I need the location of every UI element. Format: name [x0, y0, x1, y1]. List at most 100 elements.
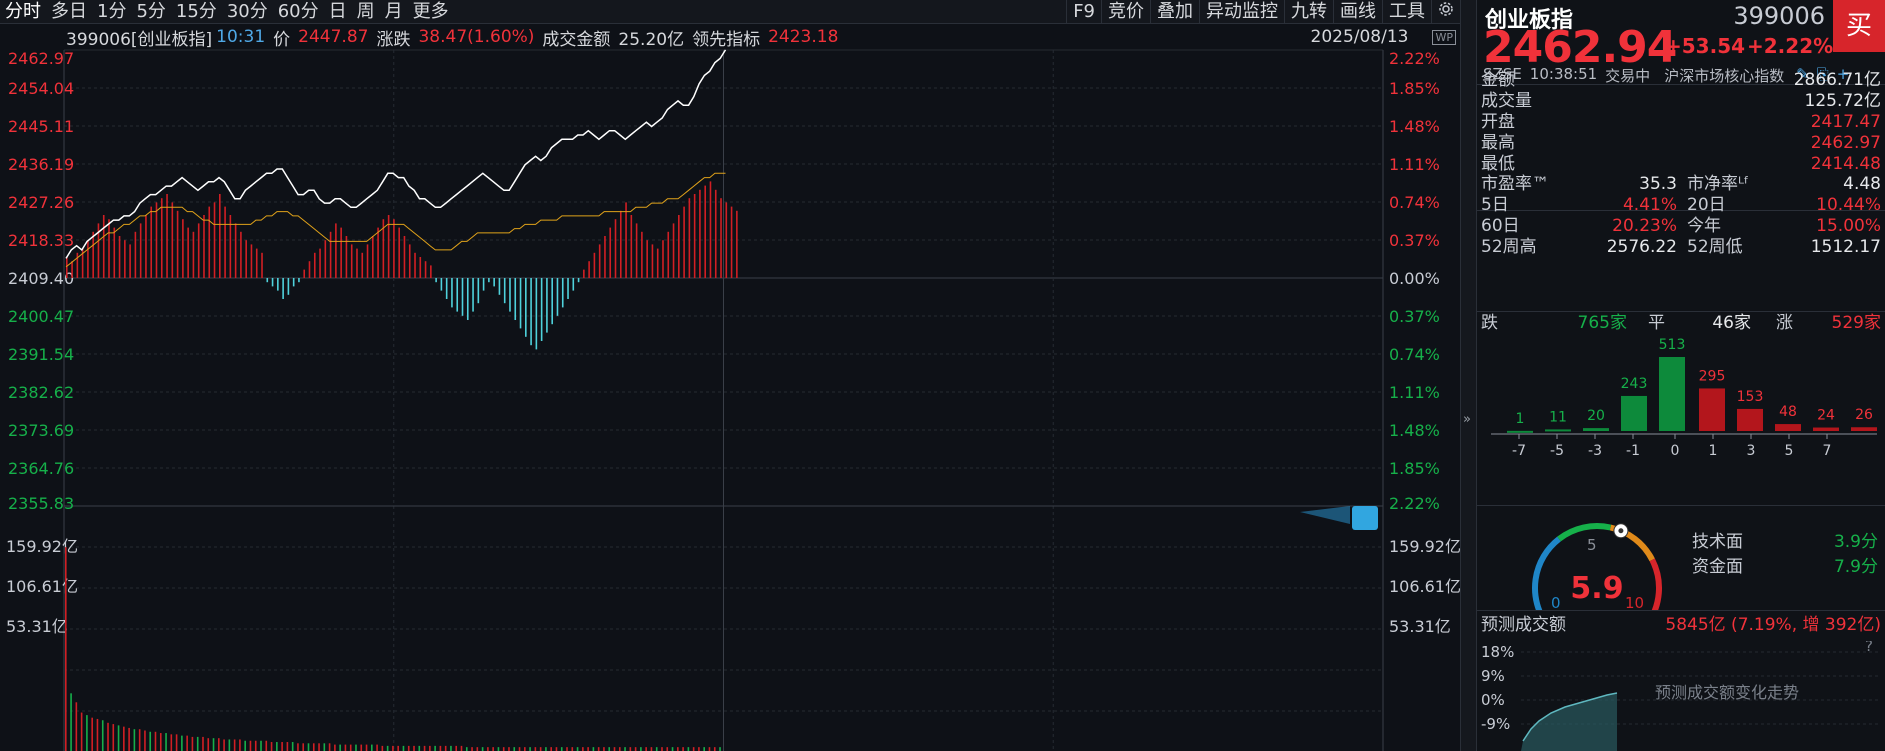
scroll-indicator-icon[interactable] [1300, 506, 1378, 530]
tool-button-0[interactable]: F9 [1066, 0, 1101, 24]
period-tab-7[interactable]: 日 [324, 0, 352, 24]
dist-bar-label: 11 [1549, 409, 1567, 425]
lead-bar [730, 206, 733, 278]
volume-bar [655, 747, 658, 751]
lead-bar [298, 278, 300, 283]
volume-bar [165, 733, 167, 751]
lead-bar [366, 244, 369, 278]
period-tab-8[interactable]: 周 [352, 0, 380, 24]
period-tabs: 分时 多日 1分 5分 15分 30分 60分日周月更多 [0, 0, 454, 24]
lead-bar [699, 189, 701, 278]
lead-bar [482, 278, 485, 291]
volume-bar [181, 735, 183, 751]
period-tab-10[interactable]: 更多 [408, 0, 454, 24]
pct-axis-label: 0.37% [1389, 231, 1440, 250]
volume-bar [429, 745, 431, 751]
lead-bar [619, 210, 622, 278]
stat-label: 52周高 [1481, 237, 1537, 257]
period-tab-2[interactable]: 1分 [92, 0, 131, 24]
pct-axis-label: 1.48% [1389, 117, 1440, 136]
tool-button-1[interactable]: 竞价 [1101, 0, 1150, 24]
volume-axis-label: 106.61亿 [6, 577, 78, 596]
period-tab-1[interactable]: 多日 [46, 0, 92, 24]
period-tab-5[interactable]: 30分 [222, 0, 273, 24]
gauge-arc-top [1649, 558, 1662, 610]
help-icon[interactable]: ? [1865, 641, 1873, 655]
tool-button-3[interactable]: 异动监控 [1199, 0, 1284, 24]
dist-bar [1621, 395, 1647, 431]
flat-label: 平 [1648, 313, 1665, 333]
stat-label: 20日 [1687, 195, 1726, 215]
tool-button-5[interactable]: 画线 [1333, 0, 1382, 24]
dist-axis-label: 0 [1671, 443, 1680, 459]
lead-bar [71, 261, 73, 278]
lead-bar [720, 198, 722, 278]
lead-bar [588, 261, 590, 278]
stat-row: 52周高 2576.22 52周低 1512.17 [1481, 237, 1881, 258]
lead-bar [160, 198, 163, 278]
volume-bar [608, 747, 611, 751]
volume-bar [112, 724, 115, 751]
price-axis-label: 2382.62 [8, 383, 74, 402]
volume-bar [629, 747, 632, 751]
volume-bar [86, 715, 88, 751]
stat-value: 15.00% [1816, 216, 1881, 236]
quote-panel: 创业板指 399006 买 2462.94 +53.54 +2.22% SZSE… [1477, 0, 1885, 751]
period-tab-9[interactable]: 月 [380, 0, 408, 24]
volume-axis-label: 159.92亿 [1389, 537, 1460, 556]
period-toolbar: 分时 多日 1分 5分 15分 30分 60分日周月更多 F9 竞价 叠加 异动监控 九转 画线 工具 [0, 0, 1460, 24]
period-tab-6[interactable]: 60分 [273, 0, 324, 24]
price-label: 价 [273, 29, 291, 50]
buy-button[interactable]: 买 [1833, 0, 1885, 52]
lead-bar [540, 278, 543, 341]
dist-axis-label: -1 [1626, 443, 1640, 459]
volume-bar [539, 747, 542, 751]
volume-bar [618, 747, 621, 751]
pct-axis-label: 2.22% [1389, 49, 1440, 68]
price-axis-label: 2454.04 [8, 79, 74, 98]
lead-bar [340, 227, 342, 278]
volume-bar [613, 747, 616, 751]
price-axis-label: 2391.54 [8, 345, 74, 364]
volume-bar [687, 747, 690, 751]
lead-bar [76, 252, 79, 278]
lead-bar [461, 278, 464, 316]
volume-bar [487, 747, 489, 751]
tool-button-4[interactable]: 九转 [1284, 0, 1333, 24]
period-tab-3[interactable]: 5分 [131, 0, 170, 24]
gauge-mid-label: 5 [1587, 536, 1597, 554]
lead-bar [625, 202, 627, 278]
panel-splitter[interactable]: » [1460, 0, 1477, 751]
lead-bar [662, 240, 664, 278]
chevron-right-icon[interactable]: » [1463, 412, 1471, 427]
price-change-pct: +2.22% [1747, 34, 1834, 58]
volume-bar [713, 747, 716, 751]
lead-bar [271, 278, 274, 287]
lead-bar [688, 198, 691, 278]
stat-value: 35.3 [1639, 174, 1677, 194]
tool-button-2[interactable]: 叠加 [1150, 0, 1199, 24]
lead-bar [356, 248, 358, 278]
period-tab-0[interactable]: 分时 [0, 0, 46, 24]
lead-bar [609, 227, 612, 278]
lead-bar [472, 278, 474, 312]
stat-value: 2576.22 [1606, 237, 1677, 257]
price-axis-label: 2418.33 [8, 231, 74, 250]
intraday-chart[interactable]: 2462.97 2.22% 2454.04 1.85% 2445.11 1.48% 2436… [0, 48, 1460, 751]
gauge-min-label: 0 [1551, 594, 1561, 610]
gear-icon[interactable] [1431, 0, 1460, 24]
period-tab-4[interactable]: 15分 [171, 0, 222, 24]
volume-axis-label: 53.31亿 [1389, 617, 1451, 636]
tool-button-6[interactable]: 工具 [1382, 0, 1431, 24]
volume-bar [207, 738, 210, 751]
dist-bar [1659, 357, 1685, 431]
window-icon[interactable]: WP [1432, 29, 1456, 45]
lead-bar [219, 194, 221, 278]
forecast-axis-label: 9% [1481, 667, 1505, 685]
dist-bar-label: 513 [1659, 337, 1686, 353]
dist-bar-label: 24 [1817, 408, 1835, 424]
volume-bar [719, 747, 721, 751]
quote-row-value: 2417.47 [1810, 112, 1881, 132]
amount-label: 成交金额 [542, 29, 611, 50]
volume-bar [529, 747, 531, 751]
